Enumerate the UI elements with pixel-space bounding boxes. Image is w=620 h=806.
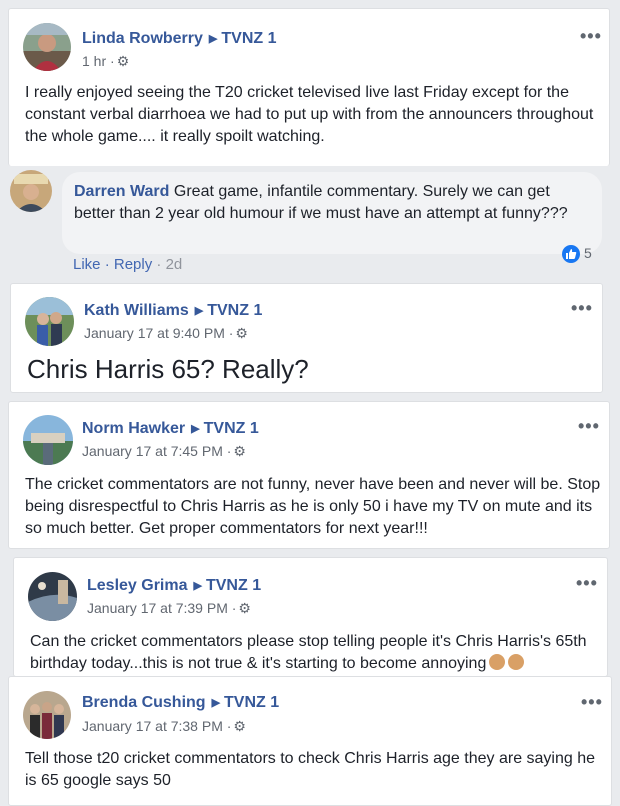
post-author[interactable]: Norm Hawker ▶ TVNZ 1	[82, 420, 259, 438]
post-card: Kath Williams ▶ TVNZ 1 January 17 at 9:40 …	[10, 283, 603, 393]
avatar[interactable]	[23, 691, 71, 739]
post-menu-button[interactable]: •••	[578, 417, 600, 435]
arrow-right-icon: ▶	[191, 423, 200, 435]
post-card: Lesley Grima ▶ TVNZ 1 January 17 at 7:39 P…	[13, 557, 608, 677]
post-timestamp[interactable]: 1 hr · ⚙	[82, 53, 129, 70]
post-timestamp[interactable]: January 17 at 9:40 PM · ⚙	[84, 325, 248, 342]
post-card: Linda Rowberry ▶ TVNZ 1 1 hr · ⚙ ••• I real…	[8, 8, 610, 166]
post-timestamp[interactable]: January 17 at 7:38 PM · ⚙	[82, 718, 246, 735]
audience-gear-icon[interactable]: ⚙	[235, 325, 248, 342]
audience-gear-icon[interactable]: ⚙	[117, 53, 130, 70]
post-timestamp[interactable]: January 17 at 7:45 PM · ⚙	[82, 443, 246, 460]
post-author[interactable]: Lesley Grima ▶ TVNZ 1	[87, 577, 261, 595]
post-text: Can the cricket commentators please stop…	[30, 633, 587, 672]
post-menu-button[interactable]: •••	[580, 27, 602, 45]
post-author[interactable]: Linda Rowberry ▶ TVNZ 1	[82, 30, 277, 48]
audience-gear-icon[interactable]: ⚙	[233, 718, 246, 735]
avatar[interactable]	[23, 23, 71, 71]
comment-author[interactable]: Darren Ward	[74, 183, 169, 200]
thumbs-up-icon	[562, 245, 580, 264]
commenter-avatar[interactable]	[10, 170, 52, 212]
audience-gear-icon[interactable]: ⚙	[233, 443, 246, 460]
post-card: Brenda Cushing ▶ TVNZ 1 January 17 at 7:38…	[8, 676, 612, 806]
see-no-evil-monkey-icon	[489, 654, 506, 670]
comment-actions: Like · Reply · 2d	[73, 256, 183, 273]
post-text: The cricket commentators are not funny, …	[25, 476, 601, 537]
reaction-count[interactable]: 5	[562, 245, 592, 264]
post-text: I really enjoyed seeing the T20 cricket …	[25, 84, 594, 145]
post-menu-button[interactable]: •••	[571, 299, 593, 317]
arrow-right-icon: ▶	[208, 33, 218, 45]
audience-gear-icon[interactable]: ⚙	[238, 600, 251, 617]
post-author[interactable]: Brenda Cushing ▶ TVNZ 1	[82, 694, 279, 712]
avatar[interactable]	[28, 572, 77, 621]
comment-bubble: Darren Ward Great game, infantile commen…	[62, 172, 602, 254]
post-timestamp[interactable]: January 17 at 7:39 PM · ⚙	[87, 600, 251, 617]
avatar[interactable]	[23, 415, 73, 465]
reply-link[interactable]: Reply	[114, 256, 152, 273]
arrow-right-icon: ▶	[211, 697, 221, 709]
arrow-right-icon: ▶	[193, 580, 202, 592]
post-author[interactable]: Kath Williams ▶ TVNZ 1	[84, 302, 262, 320]
post-text: Chris Harris 65? Really?	[27, 354, 309, 384]
post-text: Tell those t20 cricket commentators to c…	[25, 750, 596, 789]
post-card: Norm Hawker ▶ TVNZ 1 January 17 at 7:45 PM…	[8, 401, 610, 549]
comment-date[interactable]: 2d	[166, 256, 183, 273]
see-no-evil-monkey-icon	[508, 654, 525, 670]
post-menu-button[interactable]: •••	[581, 693, 603, 711]
arrow-right-icon: ▶	[194, 305, 204, 317]
avatar[interactable]	[25, 297, 74, 346]
like-link[interactable]: Like	[73, 256, 101, 273]
post-menu-button[interactable]: •••	[576, 574, 598, 592]
